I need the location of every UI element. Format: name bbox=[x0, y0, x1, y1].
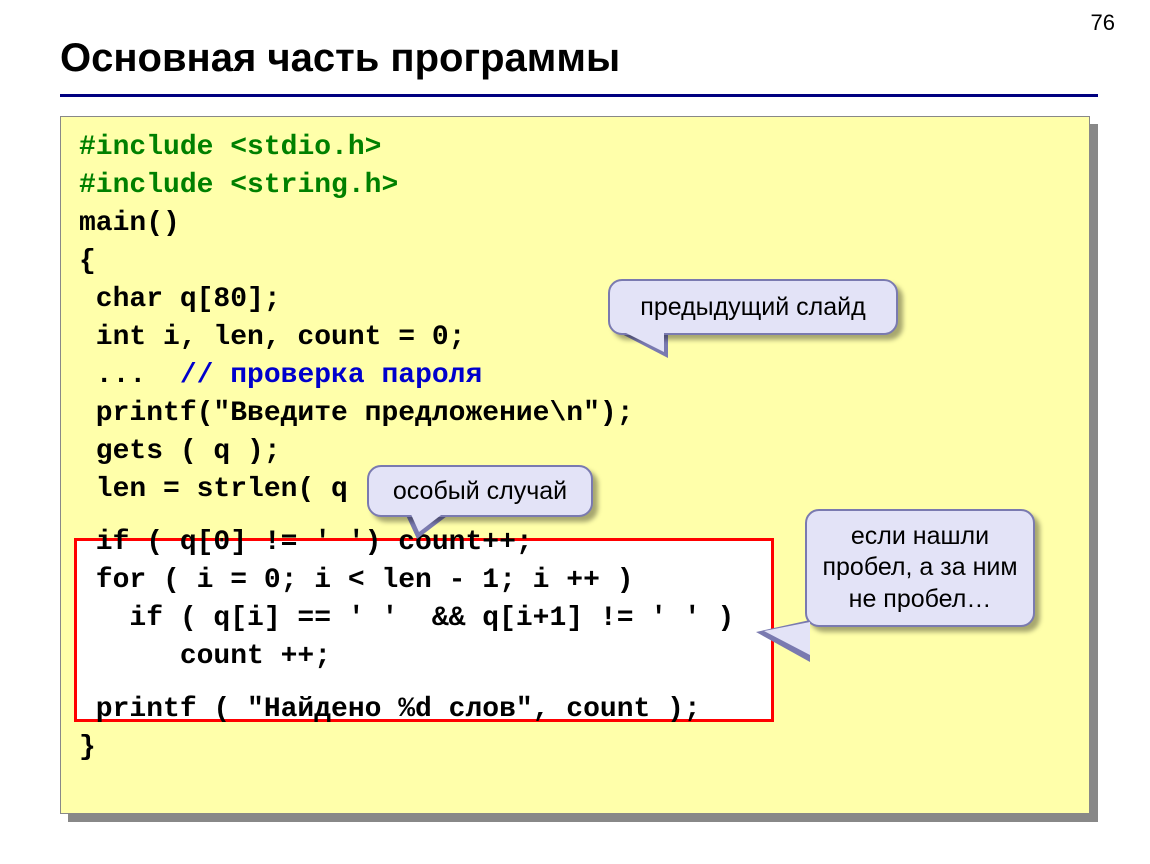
page-number: 76 bbox=[1091, 10, 1115, 36]
code-l7b: // проверка пароля bbox=[180, 360, 482, 391]
callout-1-tail-fill bbox=[620, 330, 664, 352]
code-l8: printf("Введите предложение\n"); bbox=[79, 395, 1071, 433]
code-l5: char q[80]; bbox=[79, 281, 1071, 319]
code-l16: } bbox=[79, 729, 1071, 767]
code-l7a: ... bbox=[79, 360, 180, 391]
code-l2b: <string.h> bbox=[230, 170, 398, 201]
callout-special-case: особый случай bbox=[367, 465, 593, 517]
code-l3: main() bbox=[79, 205, 1071, 243]
code-l6: int i, len, count = 0; bbox=[79, 319, 1071, 357]
page-title: Основная часть программы bbox=[60, 36, 620, 81]
code-l2a: #include bbox=[79, 170, 230, 201]
code-l1b: <stdio.h> bbox=[230, 132, 381, 163]
callout-3-tail-fill bbox=[764, 622, 810, 655]
code-l4: { bbox=[79, 243, 1071, 281]
code-l1a: #include bbox=[79, 132, 230, 163]
callout-2-tail-fill bbox=[410, 512, 445, 532]
highlight-box bbox=[74, 538, 774, 722]
callout-previous-slide: предыдущий слайд bbox=[608, 279, 898, 335]
callout-found-space: если нашли пробел, а за ним не пробел… bbox=[805, 509, 1035, 627]
title-rule bbox=[60, 94, 1098, 97]
